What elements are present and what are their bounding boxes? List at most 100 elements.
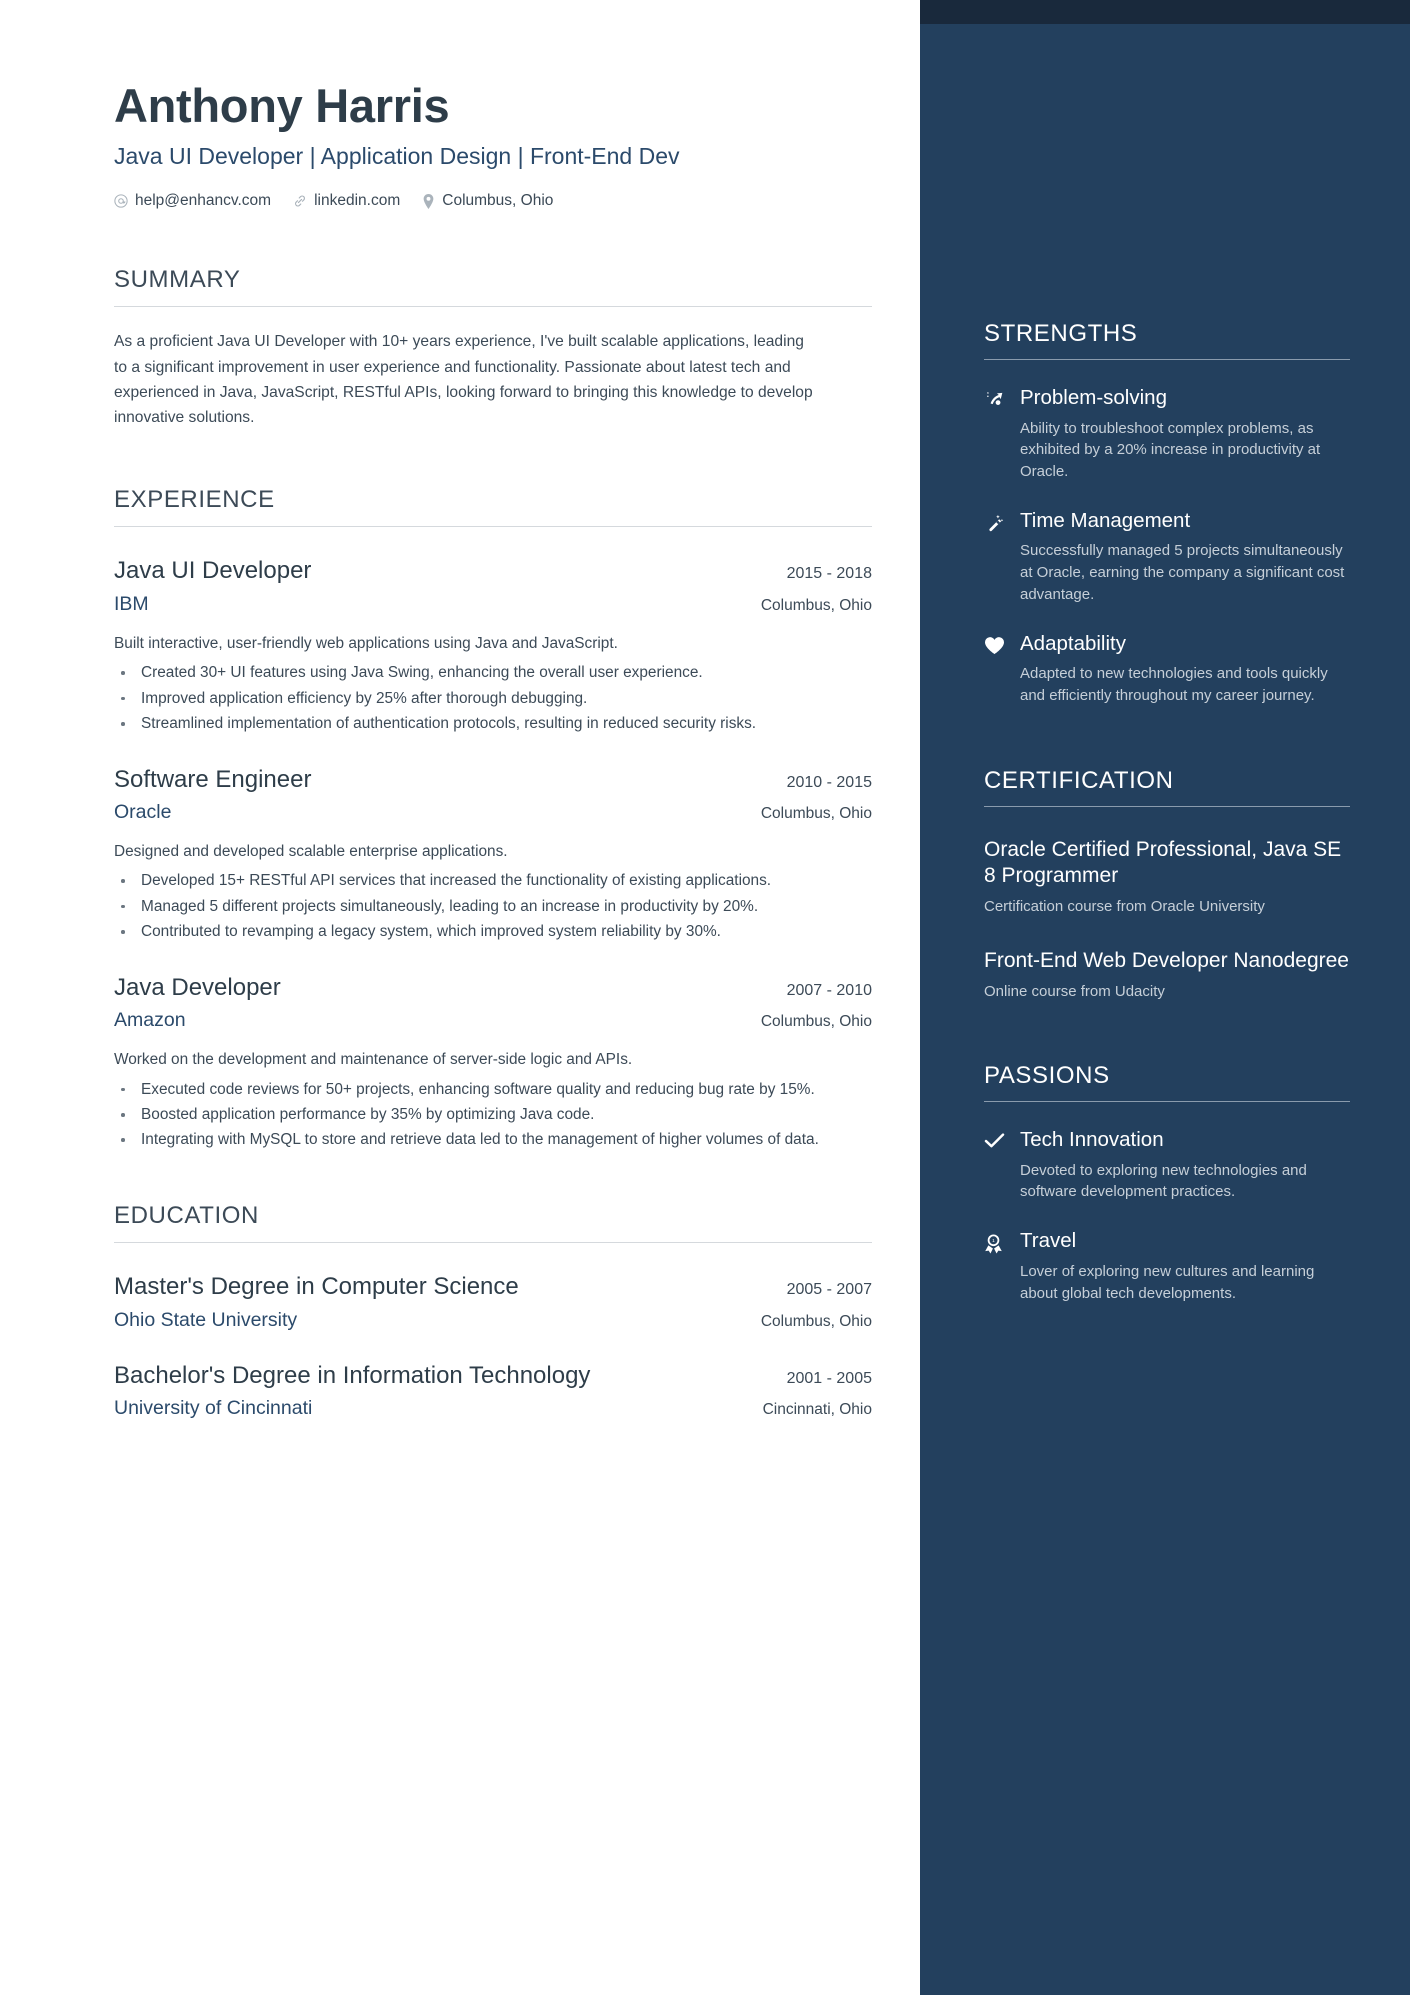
strengths-divider: [984, 359, 1350, 360]
education-school: University of Cincinnati: [114, 1397, 313, 1420]
experience-role: Java Developer: [114, 973, 281, 1001]
education-entry-subline: Ohio State University Columbus, Ohio: [114, 1309, 872, 1332]
contact-location-text: Columbus, Ohio: [442, 192, 554, 210]
experience-dates: 2010 - 2015: [786, 773, 872, 791]
experience-entry-subline: Oracle Columbus, Ohio: [114, 801, 872, 824]
strength-name: Adaptability: [1020, 631, 1126, 655]
education-dates: 2001 - 2005: [786, 1369, 872, 1387]
resume-page: Anthony Harris Java UI Developer | Appli…: [0, 0, 1410, 1995]
list-item: Created 30+ UI features using Java Swing…: [114, 661, 872, 684]
strength-desc: Adapted to new technologies and tools qu…: [1020, 665, 1328, 705]
experience-description: Built interactive, user-friendly web app…: [114, 635, 618, 653]
sidebar-content: STRENGTHS Problem-solving Ability to tro…: [984, 0, 1350, 1304]
magic-sparkle-arrow-icon: [984, 386, 1006, 483]
passion-item: Tech Innovation Devoted to exploring new…: [984, 1128, 1350, 1203]
experience-company: IBM: [114, 593, 149, 616]
education-degree: Master's Degree in Computer Science: [114, 1272, 519, 1300]
education-degree: Bachelor's Degree in Information Technol…: [114, 1361, 591, 1389]
education-section-title: EDUCATION: [114, 1201, 259, 1229]
strength-desc: Successfully managed 5 projects simultan…: [1020, 542, 1345, 603]
experience-description: Designed and developed scalable enterpri…: [114, 843, 508, 861]
magic-wand-icon: [984, 509, 1006, 606]
passions-section-title: PASSIONS: [984, 1062, 1110, 1090]
experience-section-title: EXPERIENCE: [114, 486, 275, 514]
svg-text:1: 1: [992, 1238, 995, 1244]
contact-email[interactable]: help@enhancv.com: [114, 192, 271, 210]
experience-entry-headline: Software Engineer 2010 - 2015: [114, 766, 872, 795]
location-pin-icon: [422, 193, 435, 209]
strength-name: Time Management: [1020, 508, 1191, 532]
education-section: EDUCATION Master's Degree in Computer Sc…: [114, 1202, 872, 1421]
experience-bullets: Executed code reviews for 50+ projects, …: [114, 1078, 872, 1152]
experience-entry-headline: Java UI Developer 2015 - 2018: [114, 557, 872, 586]
list-item: Improved application efficiency by 25% a…: [114, 687, 872, 710]
certification-sub: Certification course from Oracle Univers…: [984, 898, 1265, 916]
headline: Java UI Developer | Application Design |…: [114, 142, 680, 169]
passion-body: Tech Innovation Devoted to exploring new…: [1020, 1128, 1350, 1203]
main-column: Anthony Harris Java UI Developer | Appli…: [0, 0, 920, 1995]
education-entry-subline: University of Cincinnati Cincinnati, Ohi…: [114, 1397, 872, 1420]
strength-item: Time Management Successfully managed 5 p…: [984, 509, 1350, 606]
experience-entry-headline: Java Developer 2007 - 2010: [114, 974, 872, 1003]
list-item: Integrating with MySQL to store and retr…: [114, 1128, 872, 1151]
passions-section: PASSIONS Tech Innovation Devoted to expl…: [984, 1062, 1350, 1304]
list-item: Streamlined implementation of authentica…: [114, 712, 872, 735]
award-ribbon-icon: 1: [984, 1229, 1006, 1304]
experience-entry: Java Developer 2007 - 2010 Amazon Columb…: [114, 974, 872, 1152]
passion-body: Travel Lover of exploring new cultures a…: [1020, 1229, 1350, 1304]
experience-entry-subline: Amazon Columbus, Ohio: [114, 1009, 872, 1032]
certification-name: Oracle Certified Professional, Java SE 8…: [984, 837, 1342, 888]
certification-sub: Online course from Udacity: [984, 982, 1165, 1000]
strengths-section-title: STRENGTHS: [984, 320, 1138, 347]
experience-dates: 2007 - 2010: [786, 981, 872, 999]
experience-bullets: Developed 15+ RESTful API services that …: [114, 869, 872, 943]
experience-divider: [114, 526, 872, 528]
strength-desc: Ability to troubleshoot complex problems…: [1020, 419, 1321, 481]
summary-section-title: SUMMARY: [114, 266, 241, 294]
education-entry-headline: Bachelor's Degree in Information Technol…: [114, 1362, 872, 1391]
certification-item: Front-End Web Developer Nanodegree Onlin…: [984, 948, 1350, 1003]
contact-location: Columbus, Ohio: [422, 192, 553, 210]
experience-description: Worked on the development and maintenanc…: [114, 1051, 633, 1069]
passion-item: 1 Travel Lover of exploring new cultures…: [984, 1229, 1350, 1304]
summary-section: SUMMARY As a proficient Java UI Develope…: [114, 266, 872, 430]
contact-row: help@enhancv.com linkedin.com Columbus, …: [114, 192, 872, 210]
summary-text: As a proficient Java UI Developer with 1…: [114, 333, 813, 427]
list-item: Contributed to revamping a legacy system…: [114, 920, 872, 943]
list-item: Managed 5 different projects simultaneou…: [114, 895, 872, 918]
heart-icon: [984, 632, 1006, 707]
experience-location: Columbus, Ohio: [760, 597, 872, 615]
education-location: Columbus, Ohio: [760, 1312, 872, 1330]
certification-section-title: CERTIFICATION: [984, 766, 1174, 794]
experience-bullets: Created 30+ UI features using Java Swing…: [114, 661, 872, 735]
summary-divider: [114, 306, 872, 308]
experience-entry-subline: IBM Columbus, Ohio: [114, 593, 872, 616]
experience-dates: 2015 - 2018: [786, 565, 872, 583]
passion-desc: Lover of exploring new cultures and lear…: [1020, 1262, 1315, 1302]
certification-divider: [984, 805, 1350, 807]
experience-role: Java UI Developer: [114, 557, 312, 585]
experience-role: Software Engineer: [114, 765, 312, 793]
strengths-section: STRENGTHS Problem-solving Ability to tro…: [984, 320, 1350, 707]
experience-location: Columbus, Ohio: [760, 1013, 872, 1031]
strength-body: Problem-solving Ability to troubleshoot …: [1020, 386, 1350, 483]
strength-body: Time Management Successfully managed 5 p…: [1020, 509, 1350, 606]
strength-body: Adaptability Adapted to new technologies…: [1020, 632, 1350, 707]
list-item: Executed code reviews for 50+ projects, …: [114, 1078, 872, 1101]
contact-linkedin[interactable]: linkedin.com: [293, 192, 400, 210]
education-school: Ohio State University: [114, 1308, 298, 1331]
experience-section: EXPERIENCE Java UI Developer 2015 - 2018…: [114, 486, 872, 1151]
contact-linkedin-text: linkedin.com: [314, 192, 401, 210]
passion-desc: Devoted to exploring new technologies an…: [1020, 1161, 1307, 1201]
sidebar: STRENGTHS Problem-solving Ability to tro…: [920, 0, 1410, 1995]
education-entry: Master's Degree in Computer Science 2005…: [114, 1273, 872, 1332]
education-entry-headline: Master's Degree in Computer Science 2005…: [114, 1273, 872, 1302]
strength-name: Problem-solving: [1020, 386, 1167, 409]
education-divider: [114, 1241, 872, 1243]
experience-company: Oracle: [114, 801, 172, 824]
check-icon: [984, 1128, 1006, 1203]
sidebar-top-accent-bar: [920, 0, 1410, 24]
link-icon: [293, 194, 307, 208]
contact-email-text: help@enhancv.com: [135, 192, 272, 210]
passion-name: Travel: [1020, 1229, 1077, 1253]
